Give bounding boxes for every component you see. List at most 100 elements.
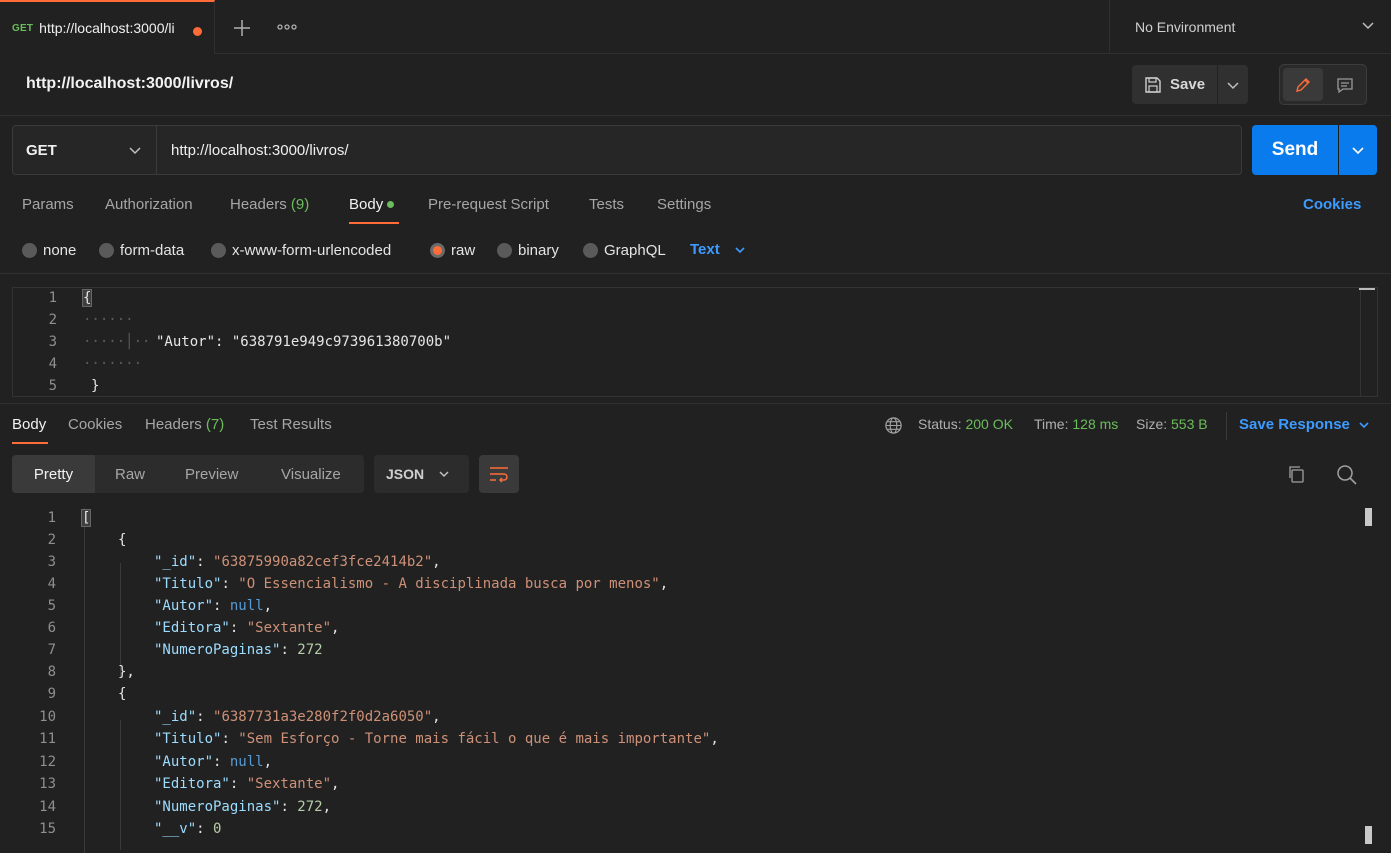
save-label: Save [1170,76,1206,93]
radio-circle-icon [583,243,598,258]
environment-select[interactable]: No Environment [1109,0,1391,54]
send-button[interactable]: Send [1252,125,1338,175]
code-punctuation: { [118,686,127,702]
code-line: 12 "Autor": null, [0,754,1360,776]
divider [1226,412,1227,440]
line-number: 2 [48,312,57,328]
tab-body[interactable]: Body [349,196,395,213]
scrollbar[interactable] [1359,288,1375,290]
url-bar: GET [12,125,1242,175]
body-type-selector: none form-data x-www-form-urlencoded raw… [0,236,1391,274]
save-response-button[interactable]: Save Response [1239,416,1370,433]
view-raw-button[interactable]: Raw [115,455,145,493]
response-tab-test-results[interactable]: Test Results [250,416,332,433]
editor-line: 3 ·····│·· "Autor": "638791e949c97396138… [13,334,1377,356]
json-value: "O Essencialismo - A disciplinada busca … [238,576,660,592]
line-number: 5 [47,598,56,614]
url-input[interactable] [158,126,1238,174]
edit-mode-button[interactable] [1283,68,1323,101]
response-time: Time: 128 ms [1034,416,1118,432]
tab-tests[interactable]: Tests [589,196,624,213]
editor-line: 2 ······ [13,312,1377,334]
copy-icon[interactable] [1286,464,1306,484]
pane-divider[interactable] [0,403,1391,404]
radio-none[interactable]: none [22,242,76,259]
code-line: 3 "_id": "63875990a82cef3fce2414b2", [0,554,1360,576]
tab-prerequest-script[interactable]: Pre-request Script [428,196,549,213]
json-key: "_id" [154,554,197,570]
tab-body-label: Body [349,196,384,213]
code-text: "NumeroPaginas": 272, [154,799,332,815]
code-text: "__v": 0 [154,821,222,837]
plus-icon [234,20,250,36]
comments-button[interactable] [1325,68,1365,101]
method-select[interactable]: GET [13,126,157,174]
response-tab-cookies[interactable]: Cookies [68,416,122,433]
send-options-button[interactable] [1339,125,1377,175]
response-format-value: JSON [386,466,425,482]
scrollbar-thumb-top[interactable] [1365,508,1372,526]
environment-label: No Environment [1135,19,1236,35]
size-value: 553 B [1171,416,1208,432]
line-number: 8 [47,664,56,680]
line-number: 1 [47,510,56,526]
view-visualize-button[interactable]: Visualize [281,455,341,493]
radio-circle-icon [99,243,114,258]
tab-bar: GET http://localhost:3000/li No Environm… [0,0,1391,54]
raw-format-select[interactable]: Text [690,241,746,258]
json-value: "Sextante" [246,776,332,792]
radio-form-data[interactable]: form-data [99,242,184,259]
view-pretty-button[interactable]: Pretty [12,455,95,493]
radio-selected-icon [430,243,445,258]
line-number: 13 [39,776,56,792]
response-tab-body[interactable]: Body [12,416,46,433]
more-tabs-button[interactable] [272,14,302,42]
code-text: "NumeroPaginas": 272 [154,642,323,658]
response-tab-headers-label: Headers [145,416,202,433]
scrollbar-thumb-bottom[interactable] [1365,826,1372,844]
tab-authorization[interactable]: Authorization [105,196,193,213]
request-name[interactable]: http://localhost:3000/livros/ [26,75,233,93]
save-button[interactable]: Save [1132,65,1217,104]
tab-headers[interactable]: Headers (9) [230,196,309,213]
globe-icon[interactable] [884,416,903,435]
json-value: 272 [297,642,323,658]
radio-none-label: none [43,242,77,259]
save-options-button[interactable] [1218,65,1248,104]
chevron-down-icon [1352,147,1364,155]
line-number: 12 [39,754,56,770]
code-line: 13 "Editora": "Sextante", [0,776,1360,798]
line-number: 11 [39,731,56,747]
radio-urlencoded[interactable]: x-www-form-urlencoded [211,242,391,259]
request-tab[interactable]: GET http://localhost:3000/li [0,0,215,54]
response-body-viewer[interactable]: 1 [ 2 { 3 "_id": "63875990a82cef3fce2414… [0,508,1391,853]
tab-params[interactable]: Params [22,196,74,213]
tab-settings[interactable]: Settings [657,196,711,213]
body-indicator-dot-icon [387,200,395,208]
pencil-icon [1296,77,1310,92]
wrap-lines-button[interactable] [479,455,519,493]
radio-graphql[interactable]: GraphQL [583,242,666,259]
radio-binary[interactable]: binary [497,242,559,259]
radio-graphql-label: GraphQL [604,242,666,259]
json-value: 0 [213,821,222,837]
code-line: 14 "NumeroPaginas": 272, [0,799,1360,821]
line-number: 7 [47,642,56,658]
code-line: 9 { [0,686,1360,708]
editor-line: 4 ······· [13,356,1377,378]
line-number: 9 [47,686,56,702]
search-icon[interactable] [1336,464,1357,485]
request-tabs: Params Authorization Headers (9) Body Pr… [0,184,1391,228]
line-number: 2 [47,532,56,548]
new-tab-button[interactable] [228,14,256,42]
whitespace-marker: ·····│·· [83,334,151,350]
response-tab-headers[interactable]: Headers (7) [145,416,224,433]
code-line: 6 "Editora": "Sextante", [0,620,1360,642]
request-body-editor[interactable]: 1 { 2 ······ 3 ·····│·· "Autor": "638791… [12,287,1378,397]
wrap-lines-icon [490,467,508,483]
method-value: GET [26,141,57,159]
radio-raw[interactable]: raw [430,242,475,259]
view-preview-button[interactable]: Preview [185,455,238,493]
response-format-select[interactable]: JSON [374,455,469,493]
cookies-link[interactable]: Cookies [1303,196,1361,213]
